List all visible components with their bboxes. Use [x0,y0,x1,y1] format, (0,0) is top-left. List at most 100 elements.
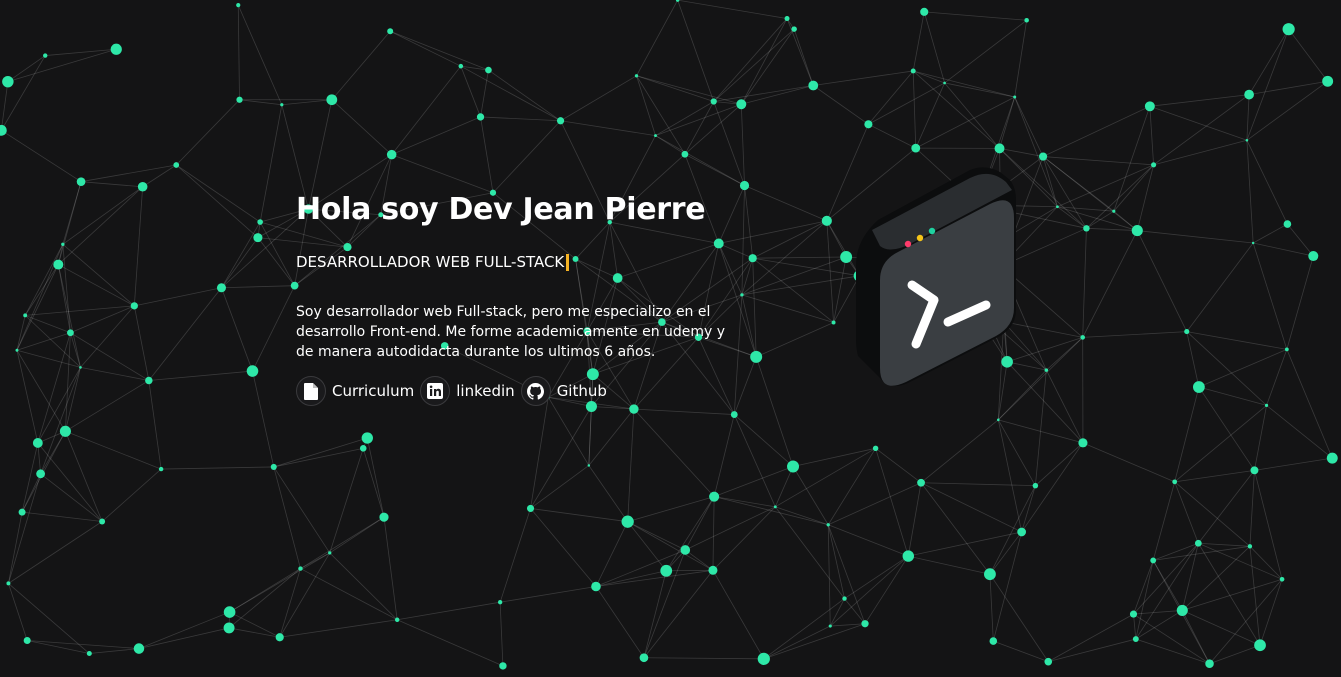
network-link [908,531,1022,557]
network-link [273,447,364,468]
network-link [714,466,794,497]
network-link [588,408,635,466]
network-link [530,397,549,509]
network-node [236,96,243,103]
network-link [16,350,66,432]
network-node [784,16,790,22]
network-link [331,30,391,100]
network-link [643,657,764,660]
network-node [1083,225,1090,232]
network-link [763,598,845,660]
network-link [16,264,59,351]
github-link-label: Github [556,382,607,400]
network-link [1082,331,1187,338]
network-link [643,570,667,658]
network-link [366,437,385,518]
network-link [1048,638,1136,663]
network-link [844,598,866,624]
network-link [58,264,135,307]
network-link [138,611,230,649]
network-node [1013,95,1017,99]
network-link [560,120,656,136]
network-node [99,518,106,525]
network-link [868,123,916,149]
network-link [391,65,462,155]
github-icon [520,376,551,406]
network-link [997,419,1023,533]
network-node [257,219,263,225]
network-link [992,531,1023,642]
network-node [253,233,263,243]
network-link [7,55,46,82]
network-node [2,75,14,88]
network-link [89,648,139,654]
network-node [911,143,921,153]
linkedin-link[interactable]: linkedin [420,376,515,406]
network-link [1135,543,1199,640]
network-link [1182,546,1251,611]
network-link [329,516,385,554]
network-node [394,617,400,623]
network-link [1259,579,1283,646]
network-link [1198,470,1255,544]
network-link [460,65,561,122]
network-link [239,99,282,106]
network-link [684,153,745,186]
network-link [1246,80,1328,141]
network-link [25,305,135,316]
linkedin-icon [420,376,451,406]
network-link [1266,349,1288,406]
network-link [70,305,135,334]
network-node [23,636,31,645]
network-link [1252,242,1288,350]
network-node [739,180,750,191]
network-node [864,120,873,129]
network-link [915,82,945,149]
network-link [655,103,742,136]
network-link [16,332,71,351]
network-link [237,5,240,100]
network-link [827,448,876,525]
network-link [1035,442,1084,486]
network-node [497,600,503,605]
network-link [383,517,398,620]
network-link [480,70,489,117]
network-node [270,463,277,470]
network-link [1182,610,1261,646]
network-node [67,329,74,337]
network-link [829,598,845,627]
network-node [842,596,847,601]
page-title: Hola soy Dev Jean Pierre [296,192,706,227]
network-link [713,101,745,186]
network-node [634,74,639,78]
curriculum-link[interactable]: Curriculum [296,376,414,406]
network-link [1198,542,1250,547]
network-link [81,181,143,188]
network-node [499,662,507,670]
network-link [1086,210,1115,229]
network-link [627,409,635,522]
network-node [0,124,7,136]
github-link[interactable]: Github [520,376,607,406]
network-link [1133,542,1199,615]
network-link [752,220,828,259]
network-link [1254,457,1333,471]
network-link [1034,370,1047,486]
network-link [24,244,64,316]
network-node [997,418,1000,422]
network-link [58,186,143,265]
network-link [281,99,332,106]
network-link [740,18,788,105]
network-link [65,380,150,432]
network-link [1149,105,1248,141]
role-subtitle: DESARROLLADOR WEB FULL-STACK [296,252,756,272]
network-link [1113,106,1151,212]
network-node [223,606,236,618]
network-link [62,244,71,333]
network-node [808,80,819,91]
network-link [1133,613,1210,665]
network-link [677,0,788,19]
network-node [1024,17,1029,23]
network-link [22,511,103,522]
network-node [6,581,11,586]
